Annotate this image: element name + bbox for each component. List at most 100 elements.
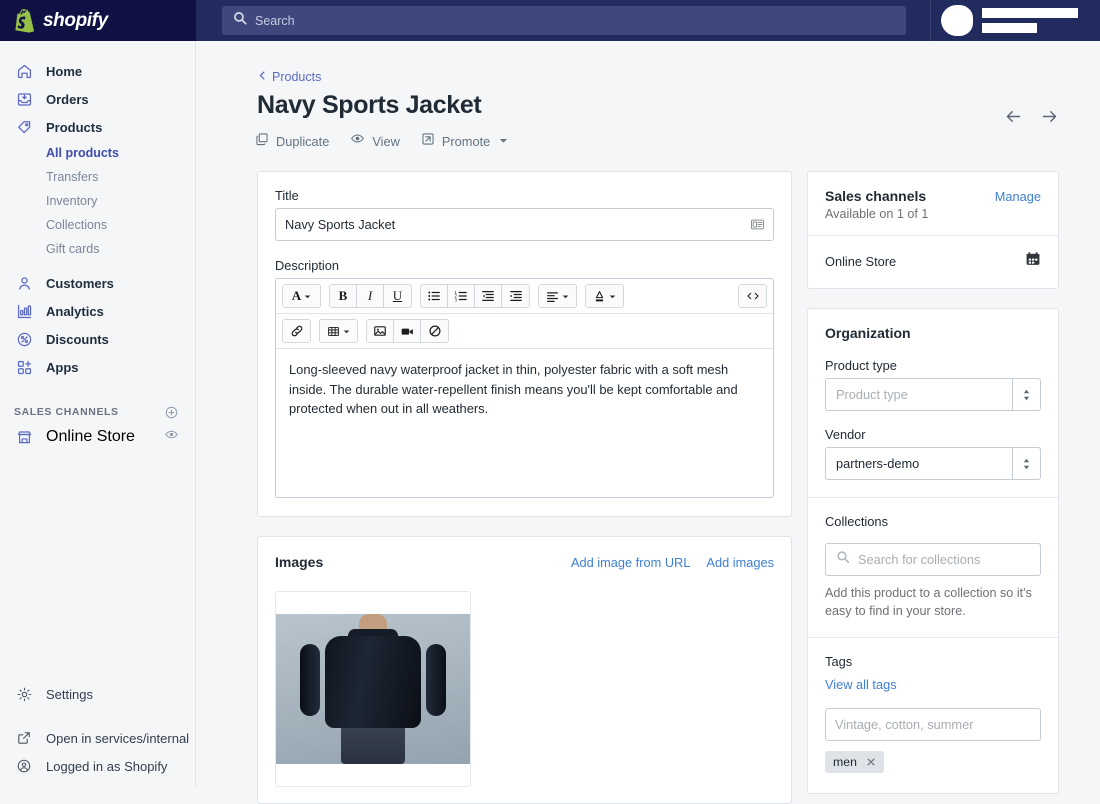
- text-style-group: A: [282, 284, 321, 308]
- numbered-list-icon[interactable]: 123: [448, 285, 475, 307]
- title-input[interactable]: Navy Sports Jacket: [275, 208, 774, 241]
- sidebar-item-analytics[interactable]: Analytics: [6, 297, 189, 325]
- bold-icon[interactable]: B: [330, 285, 357, 307]
- insert-field-icon[interactable]: [750, 217, 765, 232]
- global-search-input[interactable]: Search: [222, 6, 906, 35]
- user-menu[interactable]: [930, 0, 1100, 41]
- manage-sales-channels-link[interactable]: Manage: [995, 189, 1041, 204]
- sidebar-item-online-store[interactable]: Online Store: [6, 423, 189, 451]
- sidebar-subitem-label: All products: [46, 146, 119, 160]
- sidebar-item-discounts[interactable]: Discounts: [6, 325, 189, 353]
- add-images-link[interactable]: Add images: [706, 555, 774, 570]
- table-icon[interactable]: [320, 320, 357, 342]
- sidebar-subitem-label: Transfers: [46, 170, 98, 184]
- view-all-tags-link[interactable]: View all tags: [825, 677, 897, 692]
- indent-icon[interactable]: [502, 285, 529, 307]
- close-x-icon[interactable]: [866, 757, 876, 767]
- eye-icon[interactable]: [164, 427, 179, 447]
- select-stepper-icon[interactable]: [1012, 379, 1040, 410]
- left-column: Title Navy Sports Jacket Description A: [257, 171, 792, 804]
- editor-toolbar-row-2: [276, 314, 773, 349]
- highlight-color-icon[interactable]: [586, 285, 623, 307]
- text-format-group: B I U: [329, 284, 412, 308]
- sales-channel-row-online-store[interactable]: Online Store: [808, 236, 1058, 288]
- outdent-icon[interactable]: [475, 285, 502, 307]
- duplicate-icon: [255, 132, 269, 151]
- sidebar-item-label: Analytics: [46, 304, 104, 319]
- collections-help-text: Add this product to a collection so it's…: [825, 584, 1041, 620]
- duplicate-button[interactable]: Duplicate: [255, 131, 329, 151]
- sidebar-item-label: Discounts: [46, 332, 109, 347]
- organization-title: Organization: [825, 325, 1041, 341]
- tags-section: Tags View all tags Vintage, cotton, summ…: [808, 638, 1058, 793]
- organization-section: Organization Product type Product type V…: [808, 309, 1058, 497]
- add-image-from-url-link[interactable]: Add image from URL: [571, 555, 690, 570]
- chevron-left-icon: [257, 68, 268, 86]
- sidebar-item-orders[interactable]: Orders: [6, 85, 189, 113]
- breadcrumb[interactable]: Products: [257, 68, 321, 86]
- shopify-logo[interactable]: shopify: [0, 0, 196, 41]
- underline-icon[interactable]: U: [384, 285, 411, 307]
- sales-channels-availability: Available on 1 of 1: [825, 207, 1041, 221]
- sidebar-item-settings[interactable]: Settings: [6, 680, 190, 708]
- apps-grid-plus-icon: [14, 357, 34, 377]
- page-title: Navy Sports Jacket: [257, 91, 481, 120]
- view-button[interactable]: View: [350, 131, 400, 151]
- editor-toolbar-row-1: A B I U: [276, 279, 773, 314]
- orders-inbox-icon: [14, 89, 34, 109]
- insert-video-icon[interactable]: [394, 320, 421, 342]
- promote-external-icon: [421, 132, 435, 151]
- sidebar-item-open-in-services[interactable]: Open in services/internal: [6, 724, 190, 752]
- title-field-label: Title: [275, 188, 774, 203]
- sidebar-item-inventory[interactable]: Inventory: [6, 189, 189, 213]
- insert-image-icon[interactable]: [367, 320, 394, 342]
- sidebar-item-all-products[interactable]: All products: [6, 141, 189, 165]
- arrow-right-icon[interactable]: [1040, 107, 1059, 126]
- font-color-a-icon[interactable]: A: [283, 285, 320, 307]
- description-text[interactable]: Long-sleeved navy waterproof jacket in t…: [276, 349, 773, 497]
- product-type-select[interactable]: Product type: [825, 378, 1041, 411]
- tags-input-placeholder: Vintage, cotton, summer: [835, 717, 973, 732]
- promote-button[interactable]: Promote: [421, 131, 508, 151]
- description-field-label: Description: [275, 258, 774, 273]
- customers-person-icon: [14, 273, 34, 293]
- sidebar-item-gift-cards[interactable]: Gift cards: [6, 237, 189, 261]
- italic-icon[interactable]: I: [357, 285, 384, 307]
- product-image-thumbnail[interactable]: [275, 591, 471, 787]
- vendor-select[interactable]: partners-demo: [825, 447, 1041, 480]
- link-icon[interactable]: [283, 320, 310, 342]
- sidebar-item-customers[interactable]: Customers: [6, 269, 189, 297]
- sidebar-item-label: Open in services/internal: [46, 731, 189, 746]
- align-icon[interactable]: [539, 285, 576, 307]
- sidebar-item-logged-in-as[interactable]: Logged in as Shopify: [6, 752, 190, 780]
- sidebar-subitem-label: Inventory: [46, 194, 97, 208]
- sidebar-item-apps[interactable]: Apps: [6, 353, 189, 381]
- sidebar-item-transfers[interactable]: Transfers: [6, 165, 189, 189]
- page-action-label: Duplicate: [276, 134, 329, 149]
- collections-search-input[interactable]: Search for collections: [825, 543, 1041, 576]
- calendar-icon[interactable]: [1025, 251, 1041, 272]
- shopify-wordmark: shopify: [43, 10, 108, 32]
- code-view-icon[interactable]: [739, 285, 766, 307]
- sidebar-item-home[interactable]: Home: [6, 57, 189, 85]
- search-icon: [233, 11, 247, 30]
- arrow-left-icon[interactable]: [1004, 107, 1023, 126]
- search-placeholder: Search: [255, 14, 295, 28]
- analytics-bars-icon: [14, 301, 34, 321]
- plus-circle-icon[interactable]: [164, 405, 179, 420]
- list-indent-group: 123: [420, 284, 530, 308]
- vendor-label: Vendor: [825, 427, 1041, 442]
- chevron-down-icon: [499, 132, 508, 150]
- top-bar-main: Search: [196, 0, 1100, 41]
- sidebar-item-products[interactable]: Products: [6, 113, 189, 141]
- sidebar-item-collections[interactable]: Collections: [6, 213, 189, 237]
- select-stepper-icon[interactable]: [1012, 448, 1040, 479]
- sidebar-item-label: Settings: [46, 687, 93, 702]
- collections-section: Collections Search for collections Add t…: [808, 498, 1058, 637]
- bulleted-list-icon[interactable]: [421, 285, 448, 307]
- clear-formatting-icon[interactable]: [421, 320, 448, 342]
- tags-title: Tags: [825, 654, 1041, 669]
- highlight-group: [585, 284, 624, 308]
- sales-channels-card: Sales channels Manage Available on 1 of …: [807, 171, 1059, 289]
- tags-input[interactable]: Vintage, cotton, summer: [825, 708, 1041, 741]
